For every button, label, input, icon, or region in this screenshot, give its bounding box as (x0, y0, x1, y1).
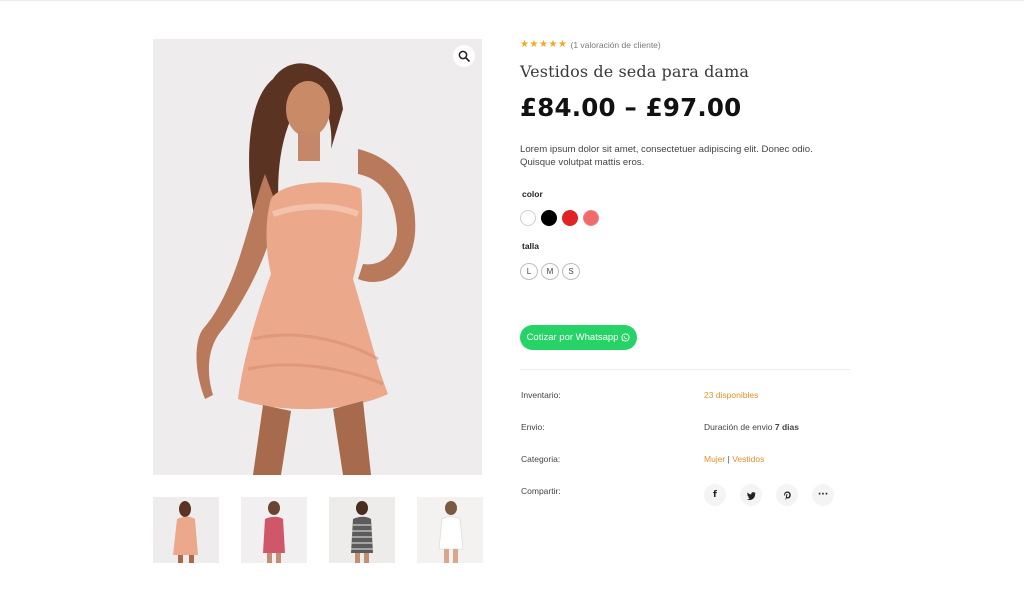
inventory-label: Inventario: (521, 390, 561, 400)
main-product-image[interactable] (153, 39, 482, 475)
stars: ★ ★ ★ ★ ★ (520, 40, 568, 50)
size-option-m[interactable]: M (541, 263, 559, 280)
thumbnail-1[interactable] (153, 497, 219, 563)
facebook-share-button[interactable]: f (704, 484, 726, 506)
facebook-icon: f (713, 490, 717, 500)
size-option-s[interactable]: S (562, 263, 580, 280)
star-icon: ★ (558, 39, 567, 50)
swatch-white[interactable] (520, 210, 536, 226)
thumbnail-image (241, 497, 307, 563)
star-icon: ★ (539, 39, 548, 50)
pinterest-share-button[interactable] (776, 484, 798, 506)
product-title: Vestidos de seda para dama (520, 62, 749, 81)
thumbnail-image (153, 497, 219, 563)
whatsapp-icon (621, 333, 630, 342)
share-buttons: f ··· (704, 484, 834, 506)
product-description: Lorem ipsum dolor sit amet, consectetuer… (520, 144, 813, 168)
product-summary: ★ ★ ★ ★ ★ (1 valoración de cliente) (520, 38, 850, 52)
search-icon (458, 50, 470, 62)
twitter-share-button[interactable] (740, 484, 762, 506)
star-icon: ★ (548, 39, 558, 50)
zoom-button[interactable] (453, 45, 475, 67)
shipping-duration-text: Duración de envio (704, 422, 773, 432)
shipping-days: 7 dias (774, 422, 799, 432)
thumbnail-3[interactable] (329, 497, 395, 563)
price-range: £84.00 – £97.00 (520, 93, 742, 122)
whatsapp-button-label: Cotizar por Whatsapp (526, 332, 619, 343)
more-share-button[interactable]: ··· (812, 484, 834, 506)
star-icon: ★ (520, 39, 529, 50)
thumbnail-image (329, 497, 395, 563)
meta-divider (520, 369, 850, 370)
thumbnail-image (417, 497, 483, 563)
size-label: talla (522, 241, 540, 251)
thumbnail-2[interactable] (241, 497, 307, 563)
swatch-black[interactable] (541, 210, 557, 226)
star-icon: ★ (529, 39, 539, 50)
category-label: Categoria: (521, 454, 561, 464)
category-links: Mujer | Vestidos (704, 454, 764, 464)
whatsapp-quote-button[interactable]: Cotizar por Whatsapp (520, 325, 637, 350)
swatch-coral[interactable] (583, 210, 599, 226)
more-icon: ··· (817, 490, 829, 500)
share-label: Compartir: (521, 486, 561, 496)
review-count-link[interactable]: (1 valoración de cliente) (571, 40, 661, 50)
color-swatches (520, 210, 599, 226)
pinterest-icon (783, 490, 791, 500)
thumbnail-4[interactable] (417, 497, 483, 563)
size-options: L M S (520, 263, 580, 280)
size-option-l[interactable]: L (520, 263, 538, 280)
twitter-icon (746, 491, 756, 500)
category-link-vestidos[interactable]: Vestidos (732, 454, 764, 464)
category-link-mujer[interactable]: Mujer (704, 454, 725, 464)
color-label: color (522, 189, 543, 199)
thumbnail-strip (153, 497, 483, 563)
shipping-value: Duración de envio 7 dias (704, 422, 799, 432)
top-border (0, 0, 1024, 3)
category-separator: | (727, 454, 730, 464)
swatch-red[interactable] (562, 210, 578, 226)
star-rating: ★ ★ ★ ★ ★ (1 valoración de cliente) (520, 38, 850, 52)
model-photo (153, 39, 482, 475)
inventory-value: 23 disponibles (704, 390, 759, 400)
shipping-label: Envio: (521, 422, 545, 432)
